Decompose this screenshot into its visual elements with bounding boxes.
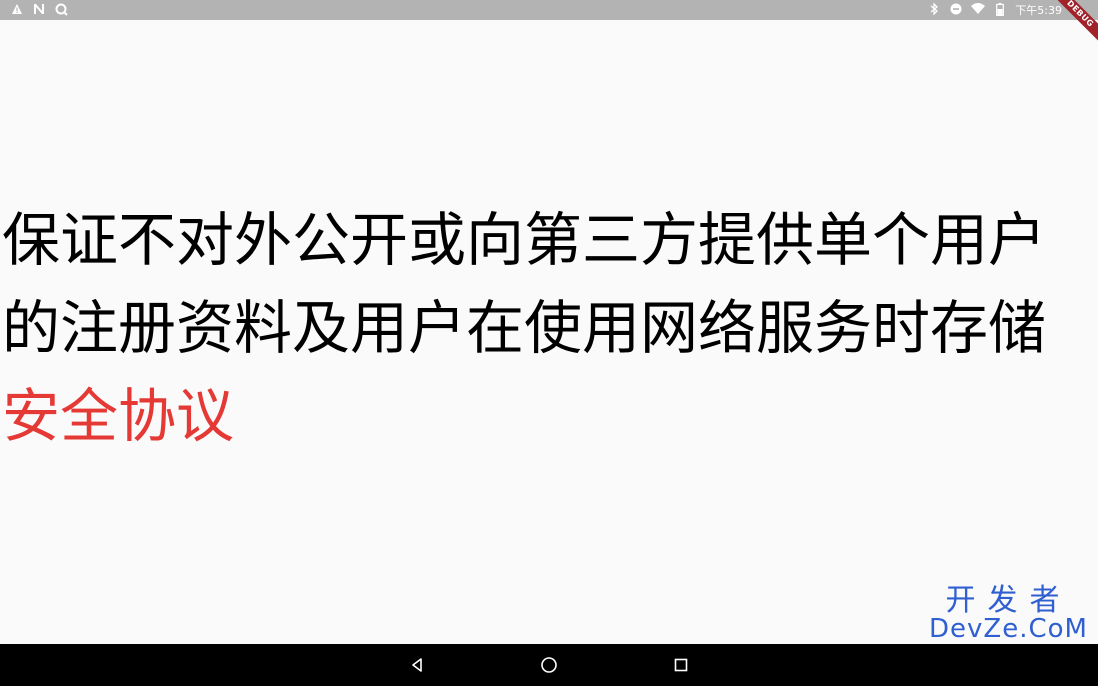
wifi-icon xyxy=(971,3,986,17)
recents-icon[interactable] xyxy=(669,653,693,677)
paragraph-text: 保证不对外公开或向第三方提供单个用户的注册资料及用户在使用网络服务时存储 xyxy=(2,206,1047,362)
status-bar: 下午5:39 xyxy=(0,0,1098,20)
watermark: 开发者 DevZe.CoM xyxy=(929,583,1088,644)
security-protocol-link[interactable]: 安全协议 xyxy=(2,382,234,450)
navigation-bar xyxy=(0,644,1098,686)
n-icon xyxy=(32,3,46,17)
main-content: 保证不对外公开或向第三方提供单个用户的注册资料及用户在使用网络服务时存储安全协议 xyxy=(2,196,1096,460)
battery-icon xyxy=(993,3,1007,17)
dnd-icon xyxy=(949,3,963,17)
watermark-line2: DevZe.CoM xyxy=(929,614,1088,644)
status-left xyxy=(0,3,78,17)
search-app-icon xyxy=(54,3,68,17)
rich-text-paragraph: 保证不对外公开或向第三方提供单个用户的注册资料及用户在使用网络服务时存储安全协议 xyxy=(2,196,1096,460)
warning-icon xyxy=(10,3,24,17)
back-icon[interactable] xyxy=(405,653,429,677)
watermark-line1: 开发者 xyxy=(945,583,1072,618)
bluetooth-icon xyxy=(927,2,941,17)
home-icon[interactable] xyxy=(537,653,561,677)
app-screen: 下午5:39 DEBUG 保证不对外公开或向第三方提供单个用户的注册资料及用户在… xyxy=(0,0,1098,686)
status-clock: 下午5:39 xyxy=(1015,4,1062,17)
